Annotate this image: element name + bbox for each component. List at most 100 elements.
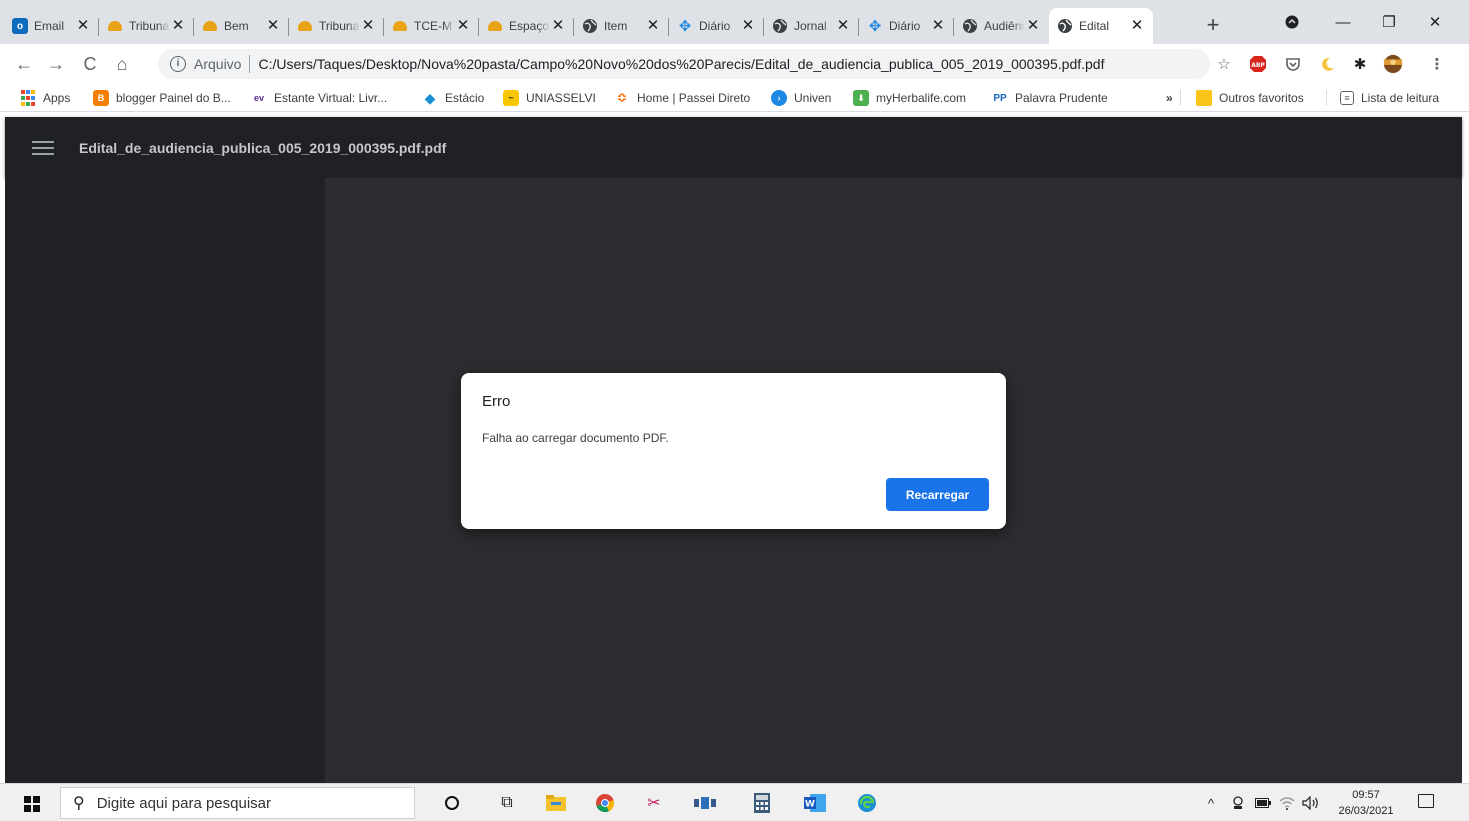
- divider: [249, 55, 251, 73]
- system-clock[interactable]: 09:57 26/03/2021: [1335, 787, 1397, 819]
- address-bar[interactable]: i Arquivo C:/Users/Taques/Desktop/Nova%2…: [158, 49, 1210, 79]
- tray-overflow-icon[interactable]: ^: [1208, 784, 1214, 821]
- adblock-icon[interactable]: ABP: [1248, 54, 1268, 74]
- reload-icon[interactable]: C: [76, 50, 104, 78]
- search-icon: ⚲: [73, 795, 85, 812]
- tab-espaco[interactable]: Espaço ✕: [479, 8, 574, 44]
- bookmark-star-icon[interactable]: ☆: [1214, 54, 1234, 74]
- close-icon[interactable]: ✕: [835, 18, 851, 34]
- tab-diario-2[interactable]: ✥ Diário ✕: [859, 8, 954, 44]
- back-icon[interactable]: ←: [10, 50, 38, 78]
- close-icon[interactable]: ✕: [1025, 18, 1041, 34]
- minimize-button[interactable]: —: [1320, 0, 1366, 44]
- tab-title: Bem: [224, 19, 249, 33]
- tab-jornal[interactable]: Jornal ✕: [764, 8, 859, 44]
- bookmarks-bar: Apps B blogger Painel do B... ev Estante…: [0, 84, 1469, 112]
- close-window-button[interactable]: ✕: [1412, 0, 1458, 44]
- avatar[interactable]: [1383, 54, 1403, 74]
- divider: [1326, 89, 1327, 107]
- restore-button[interactable]: ❐: [1366, 0, 1412, 44]
- pocket-icon[interactable]: [1283, 54, 1303, 74]
- dark-mode-icon[interactable]: [1318, 54, 1338, 74]
- divider: [1180, 89, 1181, 107]
- tab-tribunal-2[interactable]: Tribunal ✕: [289, 8, 384, 44]
- bookmark-palavra-prudente[interactable]: PP Palavra Prudente: [992, 89, 1107, 107]
- dialog-message: Falha ao carregar documento PDF.: [482, 431, 669, 445]
- volume-icon[interactable]: [1302, 784, 1320, 821]
- bookmark-uniasselvi[interactable]: ~ UNIASSELVI: [503, 89, 596, 107]
- tab-tce[interactable]: TCE-MT ✕: [384, 8, 479, 44]
- home-icon[interactable]: ⌂: [108, 50, 136, 78]
- tab-title: TCE-MT: [414, 19, 455, 33]
- bookmark-apps[interactable]: Apps: [20, 89, 70, 107]
- extensions-puzzle-icon[interactable]: ✱: [1350, 54, 1370, 74]
- tab-audiencia[interactable]: Audiência ✕: [954, 8, 1049, 44]
- bookmark-estacio[interactable]: ◆ Estácio: [422, 89, 485, 107]
- close-icon[interactable]: ✕: [265, 18, 281, 34]
- close-icon[interactable]: ✕: [455, 18, 471, 34]
- estacio-icon: ◆: [424, 89, 436, 106]
- close-icon[interactable]: ✕: [645, 18, 661, 34]
- close-icon[interactable]: ✕: [75, 18, 91, 34]
- file-explorer-icon[interactable]: [545, 792, 567, 814]
- bookmark-label: Home | Passei Direto: [637, 91, 751, 105]
- taskbar-search-input[interactable]: ⚲ Digite aqui para pesquisar: [60, 787, 415, 819]
- url-text[interactable]: C:/Users/Taques/Desktop/Nova%20pasta/Cam…: [258, 56, 1104, 72]
- tab-title: Diário: [889, 19, 921, 33]
- tab-title: Tribunal: [319, 19, 360, 33]
- tab-title: Email: [34, 19, 65, 33]
- bookmark-blogger[interactable]: B blogger Painel do B...: [93, 89, 231, 107]
- bookmark-passei-direto[interactable]: ≎ Home | Passei Direto: [614, 89, 751, 107]
- close-icon[interactable]: ✕: [740, 18, 756, 34]
- bookmark-label: myHerbalife.com: [876, 91, 967, 105]
- notifications-icon[interactable]: [1418, 794, 1434, 808]
- tab-item[interactable]: Item ✕: [574, 8, 669, 44]
- tribunal-icon: [487, 18, 503, 34]
- close-icon[interactable]: ✕: [360, 18, 376, 34]
- bookmarks-overflow-button[interactable]: »: [1166, 89, 1173, 107]
- wifi-icon[interactable]: [1279, 784, 1295, 821]
- task-view-icon[interactable]: ⧉: [496, 792, 518, 814]
- close-icon[interactable]: ✕: [1129, 18, 1145, 34]
- word-icon[interactable]: W: [804, 792, 826, 814]
- tab-title: Edital: [1079, 19, 1110, 33]
- scheme-label: Arquivo: [194, 56, 242, 72]
- meet-now-icon[interactable]: [1231, 784, 1245, 821]
- tab-bem[interactable]: Bem ✕: [194, 8, 289, 44]
- calculator-icon[interactable]: [751, 792, 773, 814]
- bookmark-estante[interactable]: ev Estante Virtual: Livr...: [251, 89, 387, 107]
- close-icon[interactable]: ✕: [550, 18, 566, 34]
- snipping-tool-icon[interactable]: ✂: [643, 792, 665, 814]
- info-icon[interactable]: i: [170, 56, 186, 72]
- new-tab-button[interactable]: +: [1199, 12, 1227, 40]
- tab-edital[interactable]: Edital ✕: [1049, 8, 1153, 44]
- chrome-icon[interactable]: [594, 792, 616, 814]
- reading-list-button[interactable]: ≡ Lista de leitura: [1340, 89, 1439, 107]
- close-icon[interactable]: ✕: [930, 18, 946, 34]
- bookmark-label: Estante Virtual: Livr...: [274, 91, 388, 105]
- edge-icon[interactable]: [856, 792, 878, 814]
- close-icon[interactable]: ✕: [170, 18, 186, 34]
- tab-diario[interactable]: ✥ Diário ✕: [669, 8, 764, 44]
- globe-icon: [582, 18, 598, 34]
- reload-button[interactable]: Recarregar: [886, 478, 989, 511]
- cortana-icon[interactable]: [441, 792, 463, 814]
- network-app-icon[interactable]: [694, 792, 716, 814]
- passei-icon: ≎: [616, 90, 628, 105]
- tab-title: Tribunal: [129, 19, 170, 33]
- tab-list: o Email ✕ Tribunal ✕ Bem ✕ Tribunal ✕ TC…: [4, 8, 1153, 44]
- profile-icon[interactable]: [1269, 0, 1315, 44]
- folder-icon: [1196, 90, 1212, 106]
- forward-icon[interactable]: →: [42, 50, 70, 78]
- other-bookmarks-folder[interactable]: Outros favoritos: [1196, 89, 1304, 107]
- tab-email[interactable]: o Email ✕: [4, 8, 99, 44]
- menu-kebab-icon[interactable]: ⋮: [1427, 54, 1447, 74]
- tab-tribunal[interactable]: Tribunal ✕: [99, 8, 194, 44]
- battery-icon[interactable]: [1255, 784, 1271, 821]
- bookmark-herbalife[interactable]: ⬇ myHerbalife.com: [853, 89, 966, 107]
- pp-icon: PP: [993, 92, 1007, 104]
- windows-start-icon[interactable]: [24, 796, 40, 812]
- hamburger-menu-icon[interactable]: [32, 140, 54, 155]
- windows-taskbar: ⚲ Digite aqui para pesquisar ⧉ ✂ W ^ 09:…: [0, 783, 1469, 821]
- bookmark-univen[interactable]: › Univen: [771, 89, 831, 107]
